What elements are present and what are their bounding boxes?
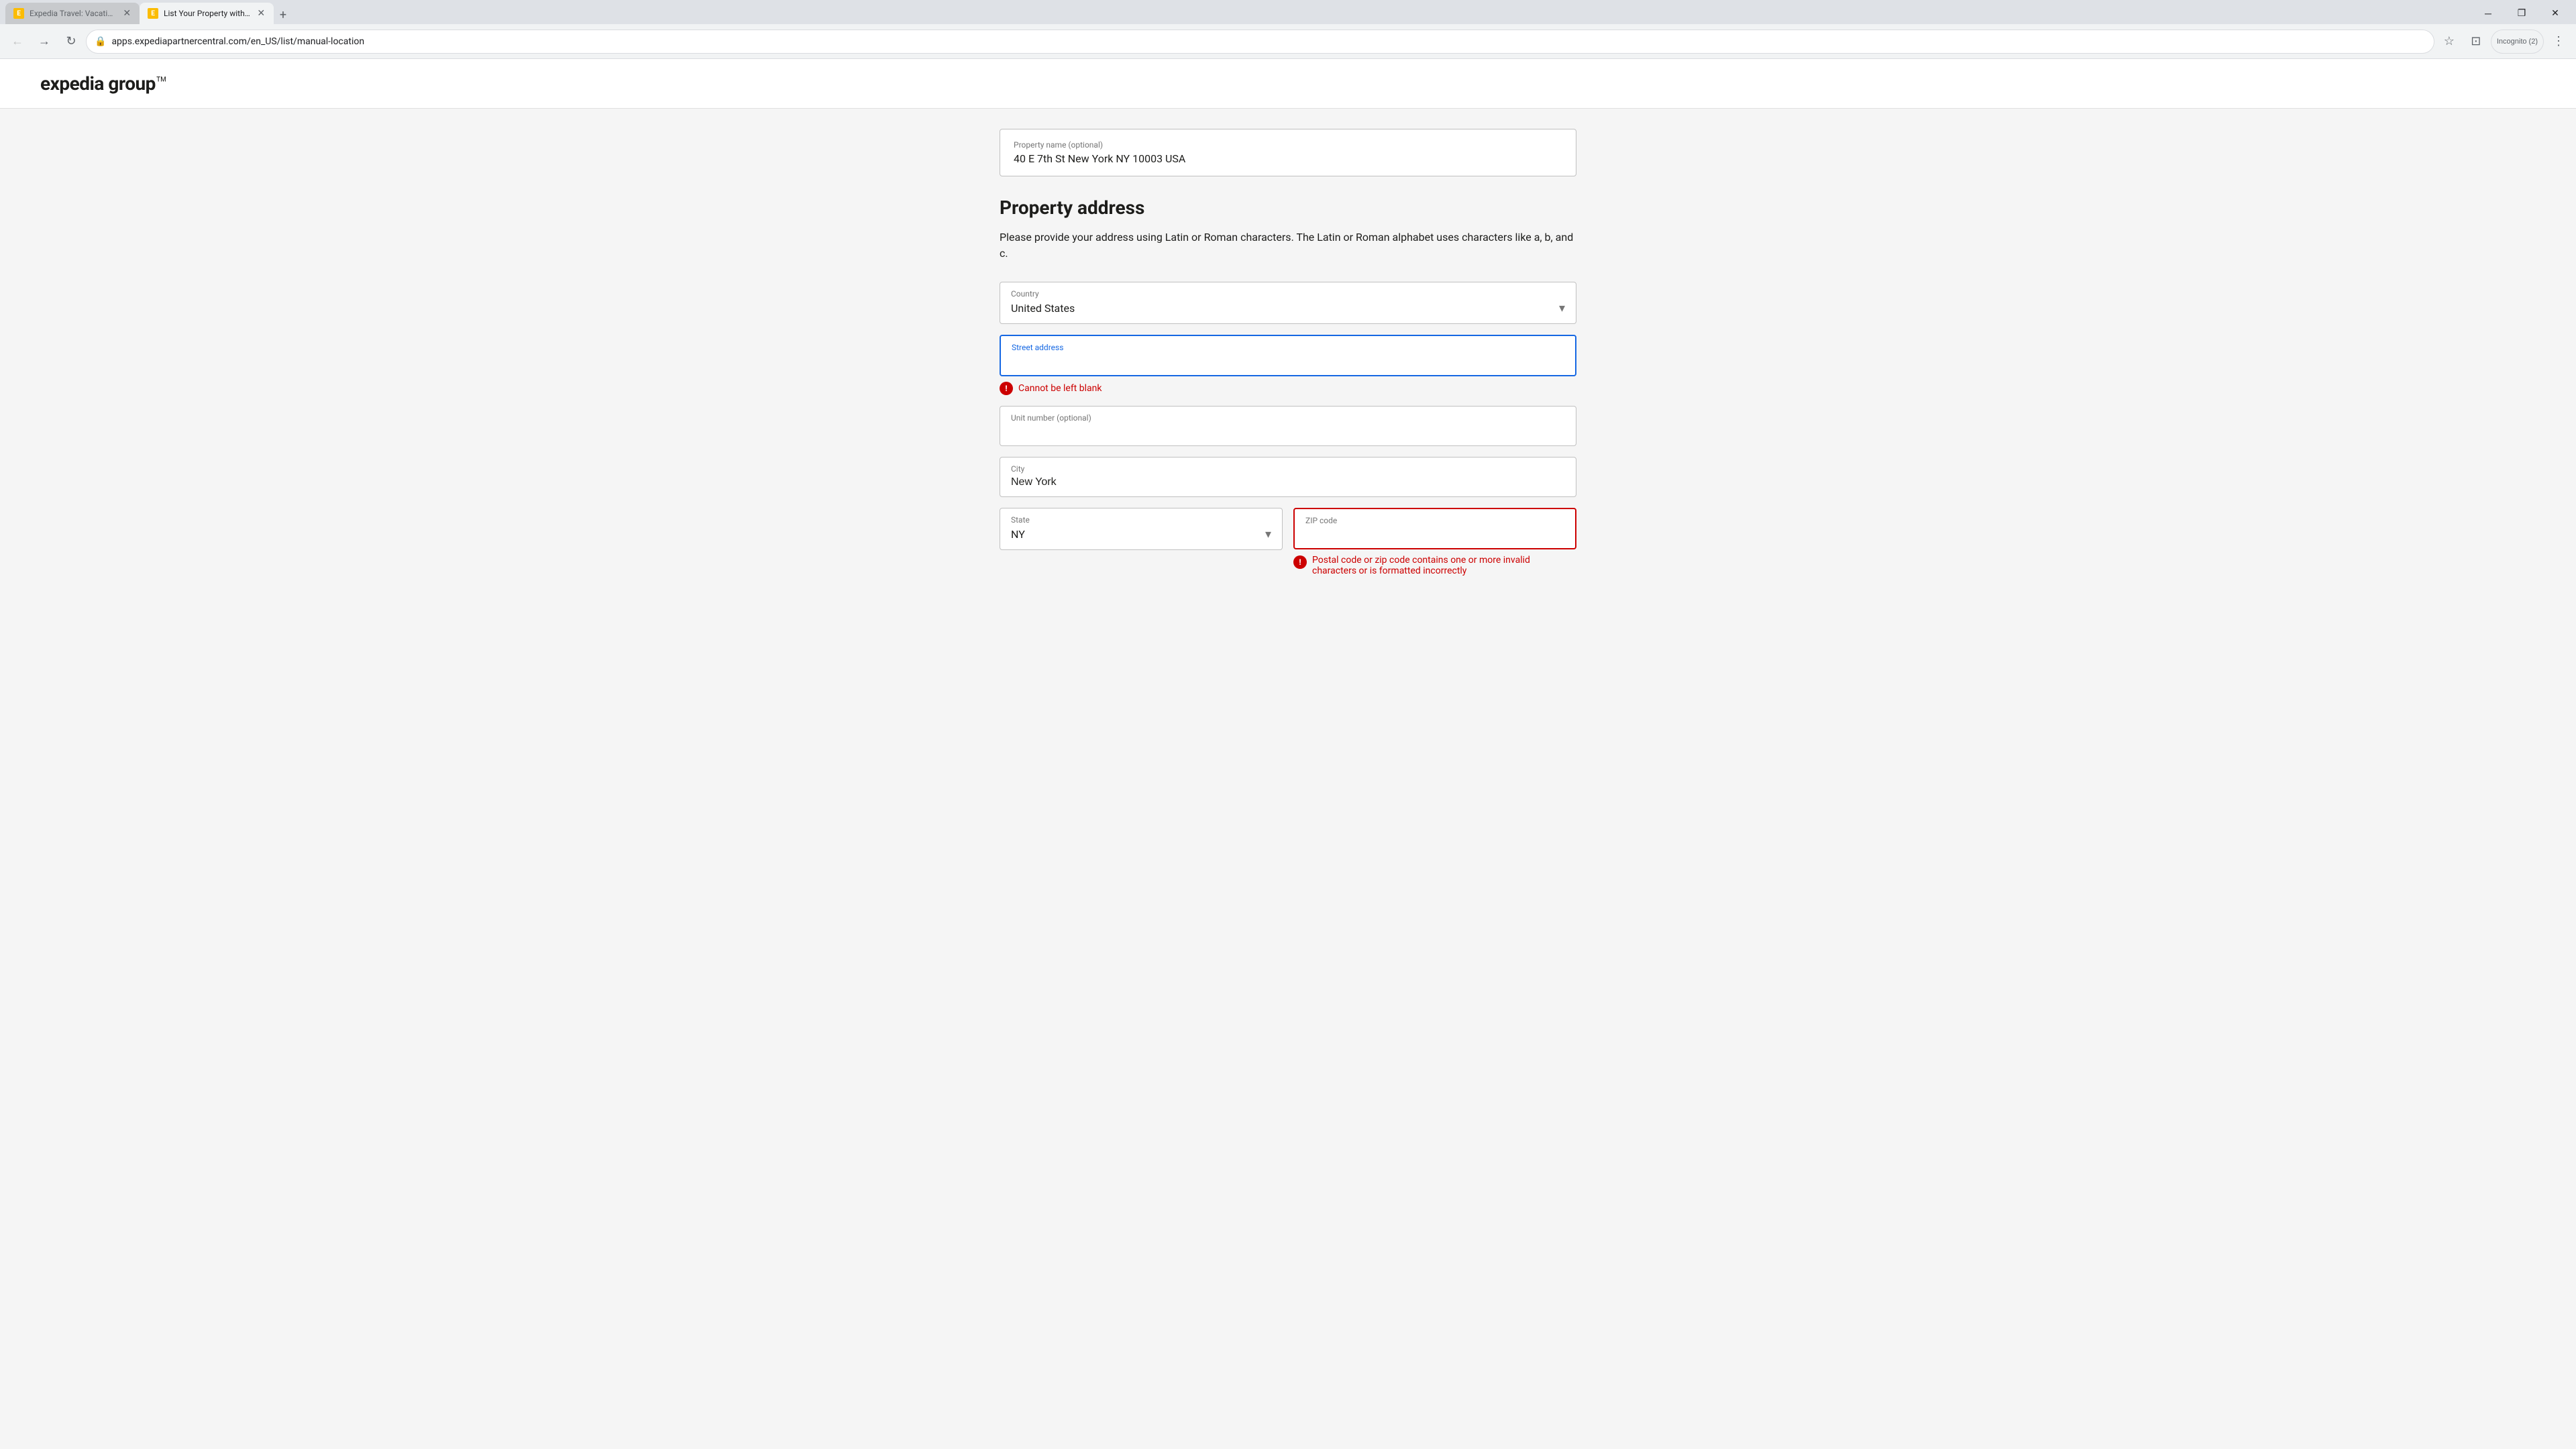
site-header: expedia group™ [0, 59, 2576, 109]
city-label: City [1000, 458, 1576, 474]
street-address-error-text: Cannot be left blank [1018, 383, 1102, 394]
incognito-label: Incognito (2) [2497, 38, 2538, 46]
street-address-group: Street address ! Cannot be left blank [1000, 335, 1576, 395]
city-group: City [1000, 457, 1576, 497]
country-value: United States [1011, 302, 1075, 315]
tab-title-2: List Your Property with Expedia... [164, 9, 252, 18]
reload-button[interactable]: ↻ [59, 30, 83, 54]
lock-icon: 🔒 [95, 36, 106, 47]
zip-input[interactable] [1295, 525, 1575, 548]
forward-button[interactable]: → [32, 30, 56, 54]
close-window-button[interactable]: ✕ [2540, 3, 2571, 24]
profile-icon-button[interactable]: ⊡ [2464, 30, 2488, 54]
country-field[interactable]: Country United States ▾ [1000, 282, 1576, 324]
incognito-button[interactable]: Incognito (2) [2491, 30, 2544, 54]
country-select[interactable]: United States ▾ [1000, 299, 1576, 323]
property-name-field: Property name (optional) 40 E 7th St New… [1000, 129, 1576, 176]
street-address-error-icon: ! [1000, 382, 1013, 395]
logo-text-light: expedia [40, 72, 108, 95]
tab-bar: E Expedia Travel: Vacation Home... ✕ E L… [0, 0, 2576, 24]
logo-text-bold: group [108, 72, 156, 95]
minimize-button[interactable]: ─ [2473, 3, 2504, 24]
page-content: Property name (optional) 40 E 7th St New… [986, 109, 1590, 607]
section-title: Property address [1000, 197, 1576, 219]
state-select[interactable]: NY ▾ [1000, 525, 1282, 549]
zip-group: ZIP code ! Postal code or zip code conta… [1293, 508, 1576, 576]
back-button[interactable]: ← [5, 30, 30, 54]
unit-number-field[interactable]: Unit number (optional) [1000, 406, 1576, 446]
tab-favicon-1: E [13, 8, 24, 19]
nav-actions: ☆ ⊡ Incognito (2) ⋮ [2437, 30, 2571, 54]
country-field-group: Country United States ▾ [1000, 282, 1576, 324]
state-zip-row: State NY ▾ ZIP code ! Postal code or zip… [1000, 508, 1576, 587]
unit-number-label: Unit number (optional) [1000, 407, 1576, 423]
window-controls: ─ ❐ ✕ [2473, 3, 2571, 24]
state-value: NY [1011, 528, 1025, 541]
state-field[interactable]: State NY ▾ [1000, 508, 1283, 550]
browser-chrome: E Expedia Travel: Vacation Home... ✕ E L… [0, 0, 2576, 59]
property-name-label: Property name (optional) [1014, 140, 1562, 150]
new-tab-button[interactable]: + [274, 5, 292, 24]
url-text: apps.expediapartnercentral.com/en_US/lis… [111, 36, 2425, 47]
tab-title-1: Expedia Travel: Vacation Home... [30, 9, 117, 18]
zip-error-icon: ! [1293, 555, 1307, 569]
page-wrapper: expedia group™ Property name (optional) … [0, 59, 2576, 1417]
street-address-field[interactable]: Street address [1000, 335, 1576, 376]
unit-number-group: Unit number (optional) [1000, 406, 1576, 446]
maximize-button[interactable]: ❐ [2506, 3, 2537, 24]
city-field[interactable]: City [1000, 457, 1576, 497]
property-name-value: 40 E 7th St New York NY 10003 USA [1014, 152, 1562, 165]
unit-number-input[interactable] [1000, 423, 1576, 445]
zip-field[interactable]: ZIP code [1293, 508, 1576, 549]
tab-list-property[interactable]: E List Your Property with Expedia... ✕ [140, 3, 274, 24]
tab-expedia-travel[interactable]: E Expedia Travel: Vacation Home... ✕ [5, 3, 140, 24]
bookmark-button[interactable]: ☆ [2437, 30, 2461, 54]
state-chevron-icon: ▾ [1265, 527, 1271, 541]
navigation-bar: ← → ↻ 🔒 apps.expediapartnercentral.com/e… [0, 24, 2576, 59]
menu-button[interactable]: ⋮ [2546, 30, 2571, 54]
zip-label: ZIP code [1295, 509, 1575, 525]
country-label: Country [1000, 282, 1576, 299]
state-group: State NY ▾ [1000, 508, 1283, 576]
street-address-error: ! Cannot be left blank [1000, 382, 1576, 395]
street-address-input[interactable] [1001, 352, 1575, 375]
street-address-label: Street address [1001, 336, 1575, 352]
address-bar[interactable]: 🔒 apps.expediapartnercentral.com/en_US/l… [86, 30, 2434, 54]
country-chevron-icon: ▾ [1559, 301, 1565, 315]
tab-close-1[interactable]: ✕ [123, 7, 131, 19]
tab-close-2[interactable]: ✕ [257, 7, 266, 19]
zip-error: ! Postal code or zip code contains one o… [1293, 555, 1576, 576]
city-input[interactable] [1000, 474, 1576, 496]
section-description: Please provide your address using Latin … [1000, 229, 1576, 262]
tab-favicon-2: E [148, 8, 158, 19]
expedia-logo: expedia group™ [40, 72, 2536, 95]
state-label: State [1000, 508, 1282, 525]
zip-error-text: Postal code or zip code contains one or … [1312, 555, 1576, 576]
